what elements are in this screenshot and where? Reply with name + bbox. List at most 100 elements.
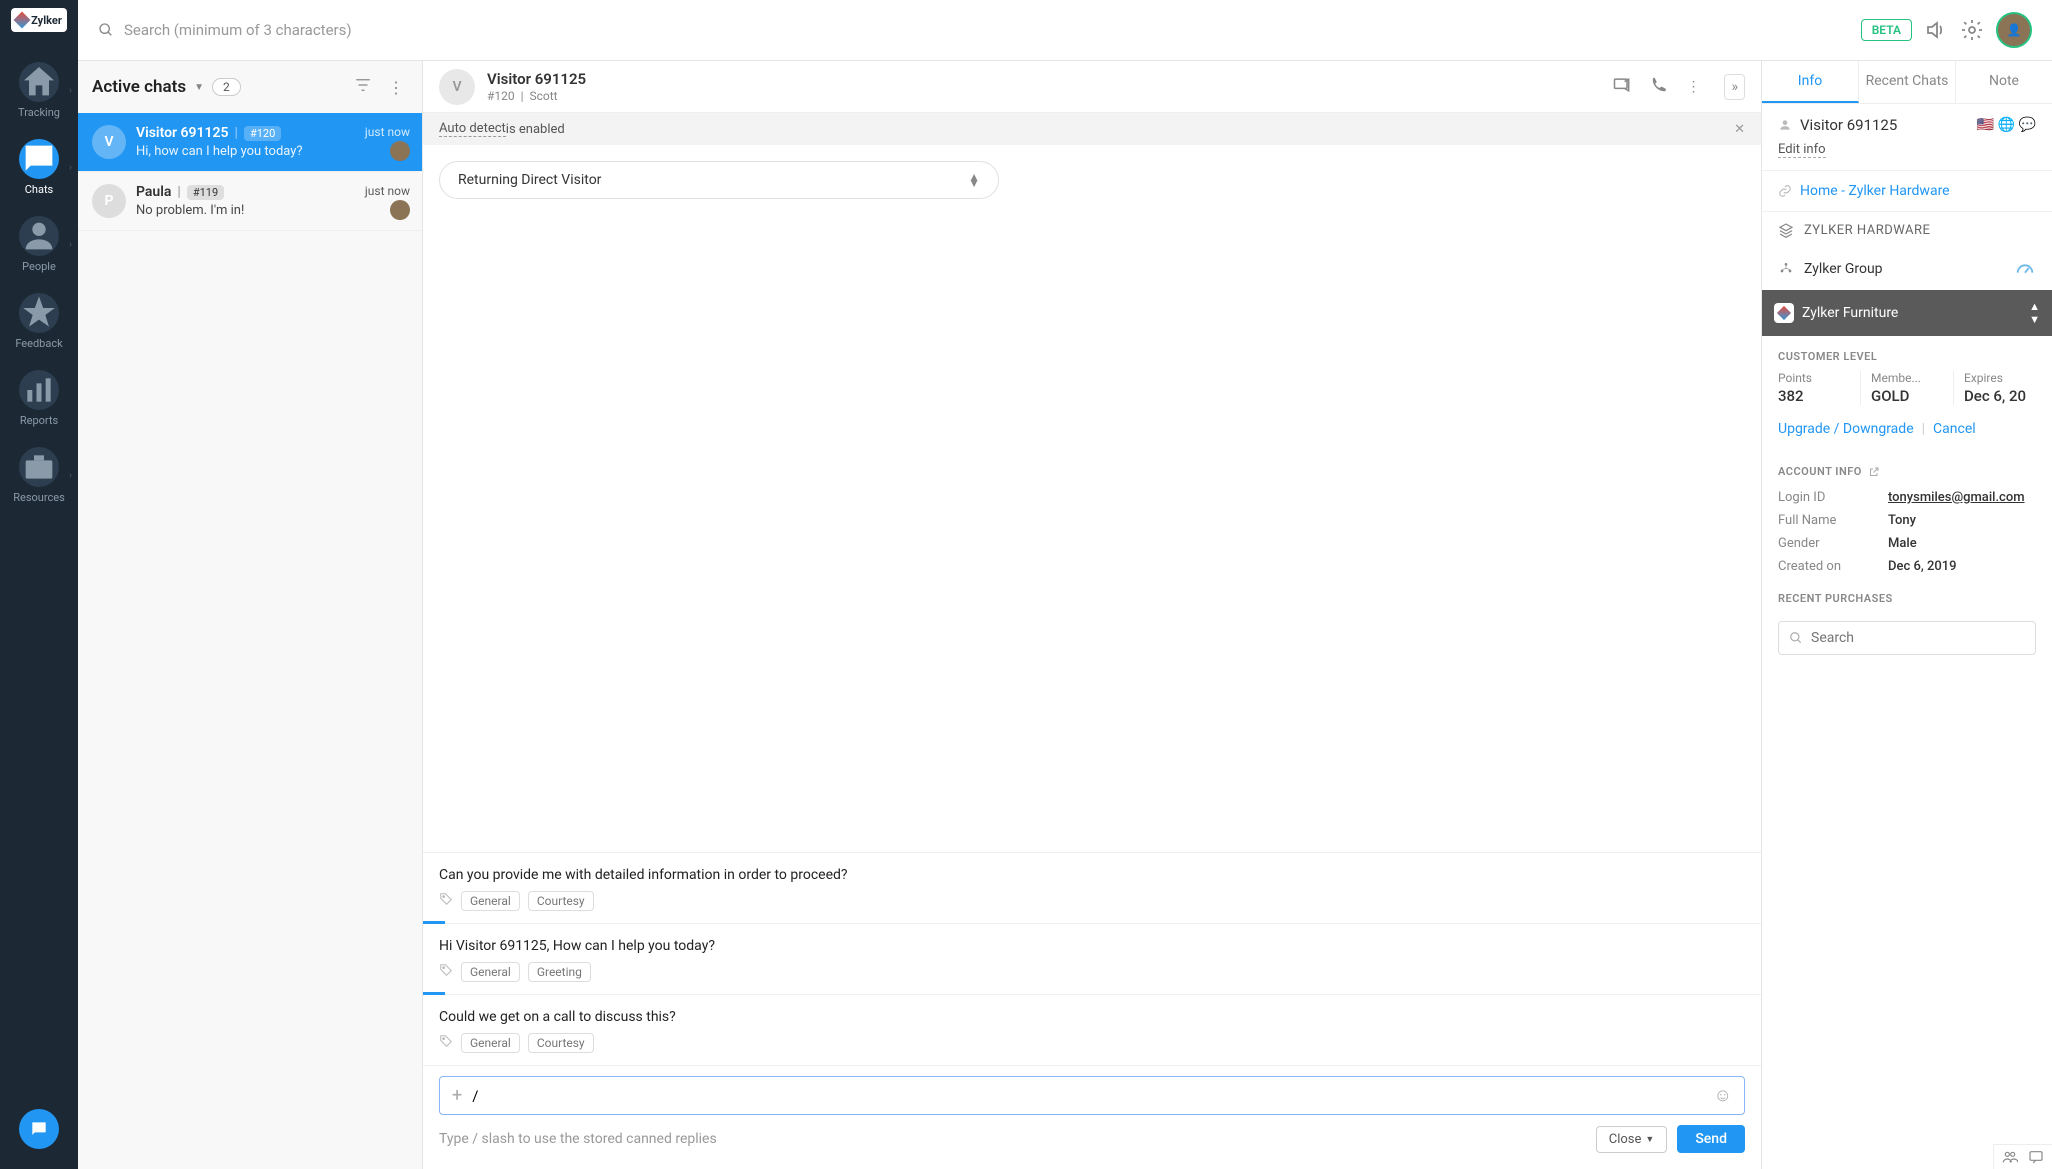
canned-tag: Courtesy [528,1033,594,1053]
visitor-avatar: V [439,69,475,105]
edit-info-link[interactable]: Edit info [1778,142,1826,158]
emoji-icon[interactable]: ☺ [1714,1085,1732,1106]
canned-reply-item[interactable]: Hi Visitor 691125, How can I help you to… [423,924,1761,995]
customer-level-header: CUSTOMER LEVEL [1762,336,2052,371]
tag-icon [439,892,453,910]
conversation-header: V Visitor 691125 #120 | Scott ⋮ » [423,61,1761,113]
nav-reports[interactable]: Reports [0,360,78,437]
canned-replies-list: Can you provide me with detailed informa… [423,852,1761,1066]
chatlist-header: Active chats ▼ 2 ⋮ [78,61,422,113]
tag-icon [439,1034,453,1052]
chat-item-time: just now [365,184,410,198]
chat-item-name: Visitor 691125 [136,125,229,141]
footer-tray [1993,1144,2052,1169]
full-name-value: Tony [1888,513,1916,528]
gender-value: Male [1888,536,1917,551]
star-icon [19,293,59,333]
canned-reply-item[interactable]: Can you provide me with detailed informa… [423,853,1761,924]
visitor-type-select[interactable]: Returning Direct Visitor ▲▼ [439,161,999,199]
search-icon [1789,631,1803,645]
chevron-down-icon: ▼ [1645,1134,1654,1145]
visitor-flags: 🇺🇸 🌐 💬 [1977,117,2036,133]
quick-chat-button[interactable] [19,1109,59,1149]
collapse-icon: ▲▼ [2029,300,2040,326]
external-link-icon[interactable] [1868,466,1880,478]
purchases-search-input[interactable] [1811,630,2025,646]
sidepanel-visitor-name: Visitor 691125 [1800,116,1897,134]
brand-hardware: ZYLKER HARDWARE [1762,212,2052,248]
autodetect-banner: Auto detect is enabled ✕ [423,113,1761,145]
gear-icon[interactable] [1960,18,1984,42]
plus-icon[interactable]: + [452,1085,462,1106]
chevron-right-icon: › [69,239,72,250]
chevron-right-icon: › [69,85,72,96]
chat-item-id: #119 [187,185,224,200]
nav-feedback[interactable]: Feedback [0,283,78,360]
sound-icon[interactable] [1924,18,1948,42]
operator-avatar [390,141,410,161]
chat-item-avatar: V [92,125,126,159]
chat-item-preview: Hi, how can I help you today? [136,144,408,159]
nav-resources[interactable]: Resources › [0,437,78,514]
sort-icon: ▲▼ [968,174,980,186]
tab-note[interactable]: Note [1956,61,2052,103]
conversation-panel: V Visitor 691125 #120 | Scott ⋮ » Auto d… [423,61,1762,1169]
send-button[interactable]: Send [1677,1125,1745,1153]
tab-recent-chats[interactable]: Recent Chats [1859,61,1956,103]
gauge-icon [2014,258,2036,280]
left-nav: Zylker Tracking › Chats › People › Feedb… [0,0,78,1169]
canned-text: Could we get on a call to discuss this? [439,1009,1745,1025]
brand-group: Zylker Group [1762,248,2052,290]
chat-list-item[interactable]: P Paula|#119 No problem. I'm in! just no… [78,172,422,231]
tab-info[interactable]: Info [1762,61,1859,103]
phone-icon[interactable] [1650,76,1668,98]
more-icon[interactable]: ⋮ [384,78,408,97]
sidepanel-tabs: Info Recent Chats Note [1762,61,2052,104]
bar-chart-icon [19,370,59,410]
briefcase-icon [19,447,59,487]
canned-tag: Greeting [528,962,591,982]
chevron-right-icon: › [69,162,72,173]
conversation-body: Returning Direct Visitor ▲▼ [423,145,1761,852]
cancel-link[interactable]: Cancel [1933,421,1976,437]
chat-count-badge: 2 [212,78,241,96]
canned-tag: Courtesy [528,891,594,911]
chevron-down-icon[interactable]: ▼ [194,82,204,93]
nav-people[interactable]: People › [0,206,78,283]
canned-reply-item[interactable]: Could we get on a call to discuss this? … [423,995,1761,1066]
chat-bubble-icon[interactable] [2028,1149,2044,1165]
more-icon[interactable]: ⋮ [1686,79,1700,95]
global-search-input[interactable] [124,21,1849,39]
purchases-search [1778,621,2036,655]
nav-chats[interactable]: Chats › [0,129,78,206]
canned-text: Can you provide me with detailed informa… [439,867,1745,883]
brand-icon [1774,303,1794,323]
composer-hint: Type / slash to use the stored canned re… [439,1131,1586,1147]
profile-avatar[interactable]: 👤 [1996,12,2032,48]
people-icon[interactable] [2002,1149,2018,1165]
brand-logo[interactable]: Zylker [11,8,67,32]
customer-stats: Points382 Membe...GOLD ExpiresDec 6, 20 [1762,371,2052,415]
furniture-section-header[interactable]: Zylker Furniture ▲▼ [1762,290,2052,336]
login-id-value[interactable]: tonysmiles@gmail.com [1888,490,2025,505]
nav-tracking[interactable]: Tracking › [0,52,78,129]
canned-text: Hi Visitor 691125, How can I help you to… [439,938,1745,954]
account-info-header: ACCOUNT INFO [1762,451,2052,486]
conversation-visitor-name: Visitor 691125 [487,70,586,88]
screen-share-icon[interactable] [1612,75,1632,99]
message-input[interactable] [472,1087,1703,1105]
link-icon [1778,184,1792,198]
canned-tag: General [461,891,520,911]
chatlist-title: Active chats [92,77,186,97]
visitor-page-link[interactable]: Home - Zylker Hardware [1778,183,2036,199]
tag-icon [439,963,453,981]
upgrade-link[interactable]: Upgrade / Downgrade [1778,421,1914,437]
close-button[interactable]: Close ▼ [1596,1126,1668,1153]
chat-list-item[interactable]: V Visitor 691125|#120 Hi, how can I help… [78,113,422,172]
info-panel: Info Recent Chats Note Visitor 691125 🇺🇸… [1762,61,2052,1169]
layers-icon [1778,222,1794,238]
close-icon[interactable]: ✕ [1734,122,1745,137]
filter-icon[interactable] [350,76,376,98]
operator-avatar [390,200,410,220]
collapse-panel-icon[interactable]: » [1724,74,1745,100]
